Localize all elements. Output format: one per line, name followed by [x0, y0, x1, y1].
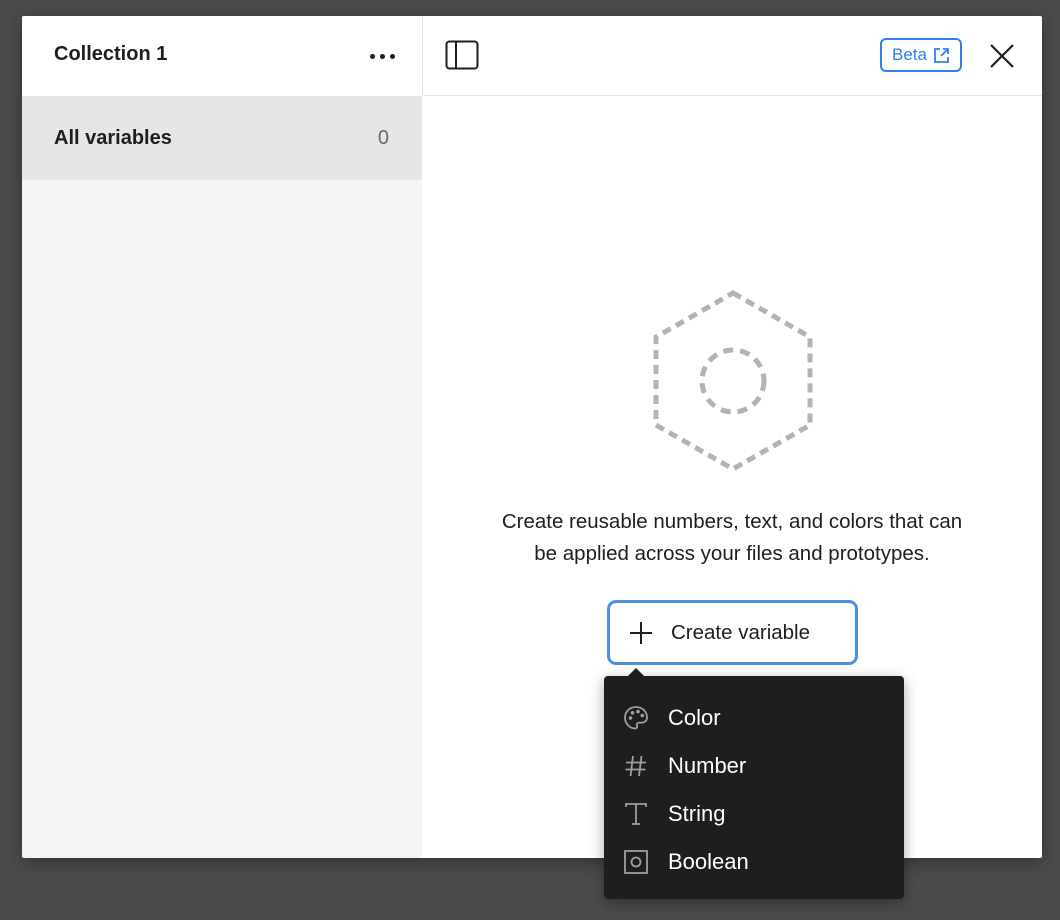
sidebar-toggle-icon[interactable] — [445, 40, 481, 72]
menu-item-number[interactable]: Number — [604, 740, 904, 788]
empty-state-message: Create reusable numbers, text, and color… — [442, 506, 1022, 570]
sidebar-header: Collection 1 — [22, 16, 422, 96]
collection-title: Collection 1 — [54, 43, 168, 65]
more-dot-icon — [379, 53, 385, 59]
create-variable-label: Create variable — [671, 620, 811, 644]
menu-item-boolean[interactable]: Boolean — [604, 836, 904, 884]
more-options-button[interactable] — [360, 42, 404, 70]
create-variable-button[interactable]: Create variable — [607, 600, 858, 665]
empty-state-message-line: Create reusable numbers, text, and color… — [501, 510, 963, 533]
external-link-icon — [934, 47, 949, 63]
boolean-icon — [624, 850, 648, 874]
beta-badge[interactable]: Beta — [880, 38, 962, 72]
main-header: Beta — [422, 16, 1042, 96]
plus-icon — [630, 621, 652, 644]
menu-item-string[interactable]: String — [604, 788, 904, 836]
sidebar-item-label: All variables — [54, 127, 172, 149]
sidebar-item-all-variables[interactable]: All variables 0 — [22, 96, 422, 180]
more-dot-icon — [389, 53, 395, 59]
menu-item-label: String — [668, 801, 726, 826]
menu-item-label: Color — [668, 705, 721, 730]
hash-icon — [625, 755, 646, 777]
menu-item-label: Number — [668, 753, 747, 778]
sidebar-item-count: 0 — [377, 127, 389, 149]
menu-item-color[interactable]: Color — [604, 692, 904, 740]
empty-state-message-line: be applied across your files and prototy… — [534, 542, 930, 565]
beta-label: Beta — [892, 45, 927, 64]
palette-icon — [624, 706, 648, 730]
close-icon[interactable] — [989, 43, 1015, 69]
sidebar: Collection 1 All variables 0 — [22, 16, 422, 858]
variable-type-menu: Color Number String Boolean — [604, 668, 904, 899]
empty-state-hexagon-icon — [650, 290, 816, 472]
menu-caret — [628, 668, 644, 676]
menu-item-label: Boolean — [668, 849, 749, 874]
more-dot-icon — [369, 53, 375, 59]
text-icon — [625, 803, 647, 825]
